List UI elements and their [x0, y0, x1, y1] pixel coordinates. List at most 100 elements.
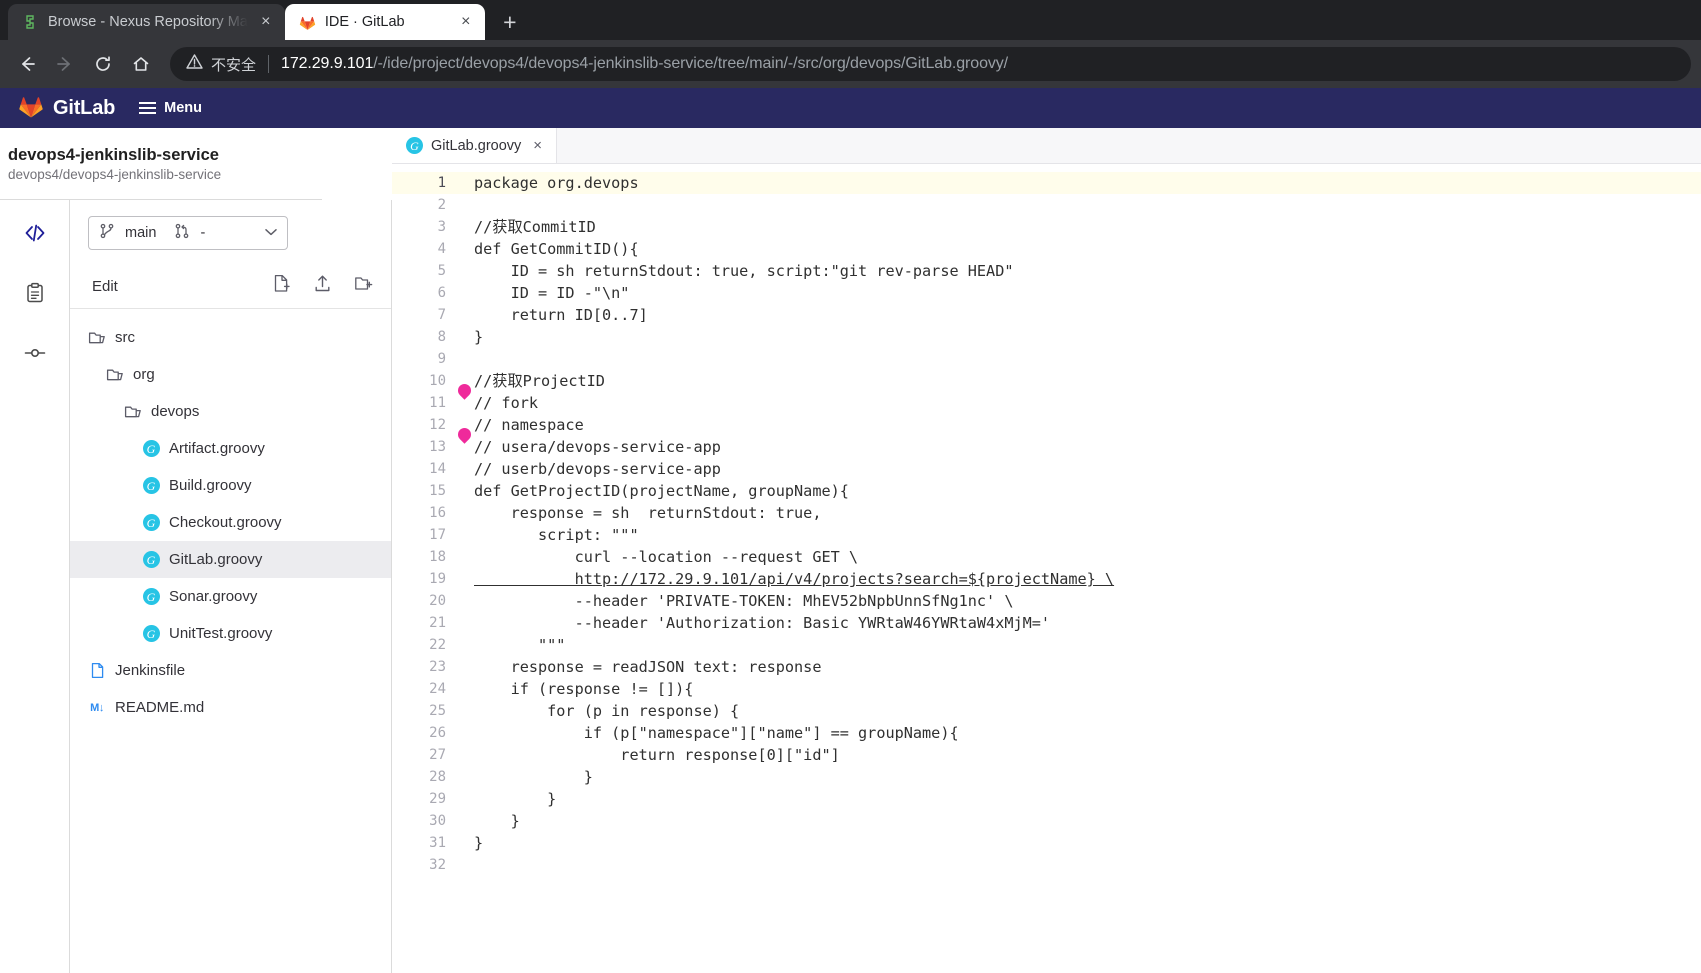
activity-item-commit[interactable] [12, 330, 58, 376]
activity-item-edit[interactable] [12, 210, 58, 256]
omnibox-divider [268, 55, 270, 73]
tree-file-row[interactable]: M↓ README.md [70, 689, 391, 726]
code-editor: G GitLab.groovy × 1 package org.devops 2 3/… [392, 128, 1701, 973]
code-line[interactable]: 18 curl --location --request GET \ [392, 546, 1701, 568]
code-line[interactable]: 19 http://172.29.9.101/api/v4/projects?s… [392, 568, 1701, 590]
line-number: 21 [429, 615, 446, 631]
code-line[interactable]: 25 for (p in response) { [392, 700, 1701, 722]
browser-tab-title: Browse - Nexus Repository Ma [48, 14, 248, 30]
code-line[interactable]: 26 if (p["namespace"]["name"] == groupNa… [392, 722, 1701, 744]
code-line[interactable]: 16 response = sh returnStdout: true, [392, 502, 1701, 524]
hamburger-icon [139, 102, 157, 114]
tree-file-row[interactable]: G Artifact.groovy [70, 430, 391, 467]
code-link[interactable]: http://172.29.9.101/api/v4/projects?sear… [474, 568, 1114, 590]
security-status-label: 不安全 [211, 56, 257, 74]
code-line[interactable]: 1 package org.devops [392, 172, 1701, 194]
nexus-favicon-icon [22, 14, 39, 31]
code-line[interactable]: 24 if (response != []){ [392, 678, 1701, 700]
new-tab-button[interactable]: + [495, 7, 525, 37]
code-line[interactable]: 29 } [392, 788, 1701, 810]
code-line[interactable]: 5 ID = sh returnStdout: true, script:"gi… [392, 260, 1701, 282]
tree-file-row[interactable]: G GitLab.groovy [70, 541, 391, 578]
code-line[interactable]: 23 response = readJSON text: response [392, 656, 1701, 678]
tree-file-row[interactable]: Jenkinsfile [70, 652, 391, 689]
code-line[interactable]: 10 //获取ProjectID [392, 370, 1701, 392]
tree-folder-row[interactable]: devops [70, 393, 391, 430]
groovy-icon: G [142, 551, 160, 568]
code-line[interactable]: 30 } [392, 810, 1701, 832]
ide-activity-bar [0, 200, 70, 973]
tree-file-row[interactable]: G Build.groovy [70, 467, 391, 504]
tree-file-row[interactable]: G Sonar.groovy [70, 578, 391, 615]
tree-item-label: Sonar.groovy [169, 588, 258, 605]
code-line[interactable]: 17 script: """ [392, 524, 1701, 546]
tree-item-label: README.md [115, 699, 205, 716]
code-line[interactable]: 11 // fork [392, 392, 1701, 414]
gitlab-logo-link[interactable]: GitLab [18, 93, 115, 124]
groovy-icon: G [142, 588, 160, 605]
browser-tab-gitlab-ide[interactable]: IDE · GitLab × [284, 4, 485, 40]
new-directory-icon[interactable] [354, 274, 373, 298]
close-icon[interactable]: × [457, 13, 475, 31]
code-line[interactable]: 3 //获取CommitID [392, 216, 1701, 238]
code-line[interactable]: 13 // usera/devops-service-app [392, 436, 1701, 458]
merge-request-icon [174, 223, 190, 243]
file-panel-actions [272, 274, 373, 298]
close-icon[interactable]: × [257, 13, 275, 31]
close-icon[interactable]: × [533, 137, 542, 154]
not-secure-warning-icon [186, 53, 203, 75]
code-text: if (response != []){ [474, 680, 694, 698]
code-line[interactable]: 9 [392, 348, 1701, 370]
code-line[interactable]: 12 // namespace [392, 414, 1701, 436]
code-content[interactable]: 1 package org.devops 2 3//获取CommitID 4 def Ge… [392, 164, 1701, 973]
code-line[interactable]: 14 // userb/devops-service-app [392, 458, 1701, 480]
activity-item-review[interactable] [12, 270, 58, 316]
ide-file-panel: main - Edit src org devops G Artifact.gr… [70, 200, 392, 973]
tree-folder-row[interactable]: src [70, 319, 391, 356]
code-line[interactable]: 4 def GetCommitID(){ [392, 238, 1701, 260]
home-button[interactable] [124, 47, 158, 81]
code-text: // usera/devops-service-app [474, 438, 721, 456]
code-line[interactable]: 7 return ID[0..7] [392, 304, 1701, 326]
branch-selector[interactable]: main - [88, 216, 288, 250]
groovy-icon: G [142, 514, 160, 531]
upload-file-icon[interactable] [313, 274, 332, 298]
forward-button[interactable] [48, 47, 82, 81]
code-line[interactable]: 15 def GetProjectID(projectName, groupNam… [392, 480, 1701, 502]
code-line[interactable]: 21 --header 'Authorization: Basic YWRtaW… [392, 612, 1701, 634]
groovy-icon: G [142, 477, 160, 494]
back-button[interactable] [10, 47, 44, 81]
code-line[interactable]: 28 } [392, 766, 1701, 788]
tree-folder-row[interactable]: org [70, 356, 391, 393]
main-menu-button[interactable]: Menu [139, 100, 202, 116]
code-line[interactable]: 2 [392, 194, 1701, 216]
line-number: 14 [429, 461, 446, 477]
code-line[interactable]: 20 --header 'PRIVATE-TOKEN: MhEV52bNpbUn… [392, 590, 1701, 612]
main-menu-label: Menu [164, 100, 202, 116]
code-line[interactable]: 6 ID = ID -"\n" [392, 282, 1701, 304]
code-line[interactable]: 31} [392, 832, 1701, 854]
tree-file-row[interactable]: G UnitTest.groovy [70, 615, 391, 652]
gitlab-top-bar: GitLab Menu [0, 88, 1701, 128]
code-text: script: """ [474, 526, 639, 544]
code-line[interactable]: 8} [392, 326, 1701, 348]
new-file-icon[interactable] [272, 274, 291, 298]
edit-mode-label: Edit [92, 277, 118, 295]
code-line[interactable]: 27 return response[0]["id"] [392, 744, 1701, 766]
markdown-icon: M↓ [90, 701, 104, 714]
code-line[interactable]: 22 """ [392, 634, 1701, 656]
line-number: 19 [429, 571, 446, 587]
tree-item-label: Build.groovy [169, 477, 252, 494]
line-number: 7 [437, 307, 446, 323]
editor-tab-gitlab-groovy[interactable]: G GitLab.groovy × [392, 128, 558, 163]
tree-file-row[interactable]: G Checkout.groovy [70, 504, 391, 541]
code-line[interactable]: 32 [392, 854, 1701, 876]
address-bar[interactable]: 不安全 172.29.9.101/-/ide/project/devops4/d… [170, 47, 1691, 81]
tree-item-label: Artifact.groovy [169, 440, 265, 457]
reload-button[interactable] [86, 47, 120, 81]
folder-icon [106, 366, 124, 384]
tree-item-label: src [115, 329, 135, 346]
code-text: --header 'PRIVATE-TOKEN: MhEV52bNpbUnnSf… [474, 592, 1014, 610]
browser-tab-nexus[interactable]: Browse - Nexus Repository Ma × [8, 4, 285, 40]
branch-name: main [125, 225, 157, 241]
